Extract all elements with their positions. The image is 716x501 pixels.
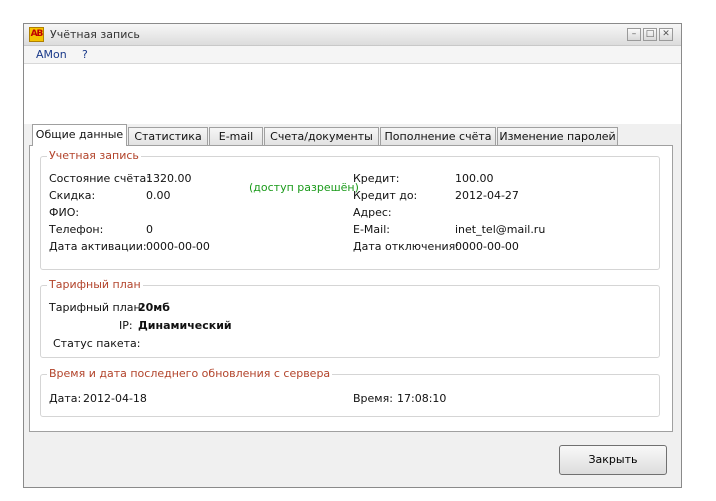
header-area <box>24 64 681 124</box>
tariff-group-title: Тарифный план <box>47 278 143 291</box>
email-label: E-Mail: <box>353 223 390 236</box>
last-update-group: Время и дата последнего обновления с сер… <box>40 367 660 417</box>
address-label: Адрес: <box>353 206 392 219</box>
credit-value: 100.00 <box>455 172 494 185</box>
update-time-value: 17:08:10 <box>397 392 447 405</box>
tariff-plan-label: Тарифный план: <box>49 301 145 314</box>
fio-label: ФИО: <box>49 206 80 219</box>
tariff-plan-value: 20мб <box>138 301 170 314</box>
update-time-label: Время: <box>353 392 393 405</box>
menu-amon[interactable]: AMon <box>36 48 67 61</box>
email-value: inet_tel@mail.ru <box>455 223 546 236</box>
phone-label: Телефон: <box>49 223 104 236</box>
tab-panel-general: Учетная запись Состояние счёта: 1320.00 … <box>29 145 673 432</box>
update-date-label: Дата: <box>49 392 82 405</box>
credit-label: Кредит: <box>353 172 400 185</box>
account-window: AB Учётная запись – □ ✕ AMon ? Общие дан… <box>23 23 682 488</box>
tab-invoices[interactable]: Счета/документы <box>264 127 379 145</box>
update-date-value: 2012-04-18 <box>83 392 147 405</box>
minimize-button[interactable]: – <box>627 28 641 41</box>
disconnect-date-label: Дата отключения: <box>353 240 459 253</box>
activation-date-value: 0000-00-00 <box>146 240 210 253</box>
tab-email[interactable]: E-mail <box>209 127 263 145</box>
ip-label: IP: <box>119 319 133 332</box>
discount-label: Скидка: <box>49 189 96 202</box>
menu-help[interactable]: ? <box>82 48 88 61</box>
balance-label: Состояние счёта: <box>49 172 150 185</box>
discount-value: 0.00 <box>146 189 171 202</box>
package-status-label: Статус пакета: <box>53 337 141 350</box>
title-bar[interactable]: AB Учётная запись – □ ✕ <box>24 24 681 46</box>
window-title: Учётная запись <box>50 28 140 41</box>
close-button[interactable]: Закрыть <box>559 445 667 475</box>
access-status: (доступ разрешён) <box>249 181 359 194</box>
balance-value: 1320.00 <box>146 172 192 185</box>
activation-date-label: Дата активации: <box>49 240 147 253</box>
account-group: Учетная запись Состояние счёта: 1320.00 … <box>40 149 660 270</box>
account-group-title: Учетная запись <box>47 149 141 162</box>
maximize-button[interactable]: □ <box>643 28 657 41</box>
last-update-group-title: Время и дата последнего обновления с сер… <box>47 367 333 380</box>
tab-statistics[interactable]: Статистика <box>128 127 208 145</box>
phone-value: 0 <box>146 223 153 236</box>
disconnect-date-value: 0000-00-00 <box>455 240 519 253</box>
tab-general[interactable]: Общие данные <box>32 124 127 146</box>
tab-topup[interactable]: Пополнение счёта <box>380 127 496 145</box>
app-logo-icon: AB <box>29 27 44 42</box>
tab-change-passwords[interactable]: Изменение паролей <box>497 127 618 145</box>
credit-until-value: 2012-04-27 <box>455 189 519 202</box>
close-window-button[interactable]: ✕ <box>659 28 673 41</box>
menu-bar: AMon ? <box>24 46 681 64</box>
ip-value: Динамический <box>138 319 232 332</box>
credit-until-label: Кредит до: <box>353 189 418 202</box>
tariff-group: Тарифный план Тарифный план: 20мб IP: Ди… <box>40 278 660 358</box>
